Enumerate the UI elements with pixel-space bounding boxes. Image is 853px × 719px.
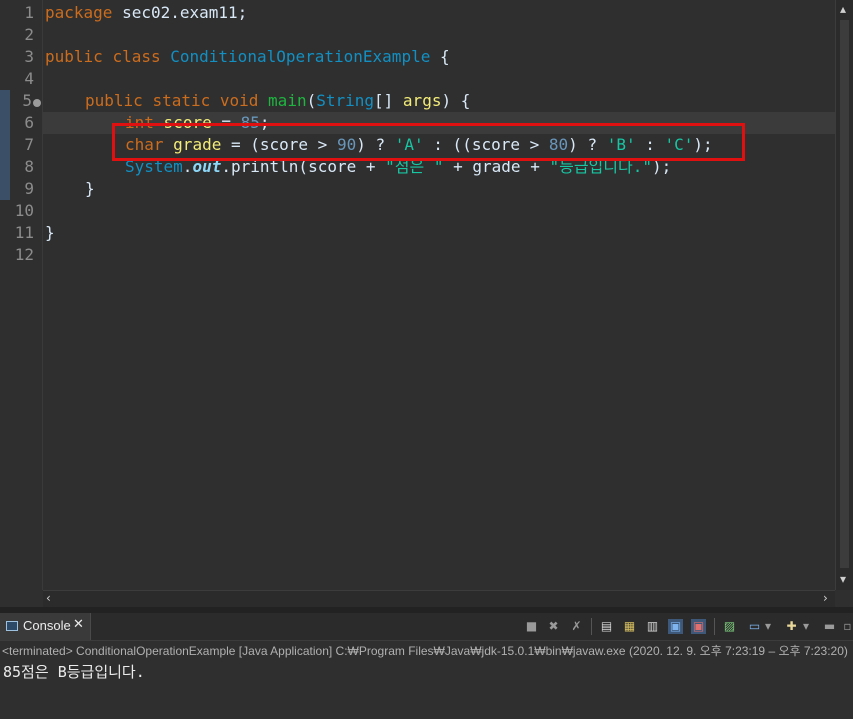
- code-text: ) {: [441, 91, 471, 110]
- scroll-right-icon[interactable]: ›: [823, 591, 828, 605]
- open-console-icon[interactable]: ✚: [784, 619, 799, 634]
- code-line-9: }: [85, 178, 95, 200]
- keyword: void: [219, 91, 259, 110]
- line-number: 5: [22, 91, 32, 110]
- display-console-icon[interactable]: ▭: [747, 619, 762, 634]
- line-number: 8: [24, 157, 34, 176]
- line-number: 12: [14, 245, 34, 264]
- close-icon[interactable]: ✕: [73, 617, 84, 632]
- keyword: public: [45, 47, 103, 66]
- scrollbar-thumb[interactable]: [840, 20, 849, 568]
- scroll-up-icon[interactable]: ▴: [840, 2, 846, 16]
- code-text: sec02.exam11;: [112, 3, 248, 22]
- red-highlight-box: [112, 123, 745, 161]
- console-output[interactable]: 85점은 B등급입니다.: [3, 661, 145, 682]
- tab-console[interactable]: Console ✕: [0, 613, 91, 640]
- line-number: 1: [24, 3, 34, 22]
- variable: args: [402, 91, 442, 110]
- code-text: {: [430, 47, 450, 66]
- code-text: (: [306, 91, 317, 110]
- horizontal-scrollbar[interactable]: ‹ ›: [43, 590, 835, 607]
- code-editor[interactable]: 1 2 3 4 5 6 7 8 9 10 11 12 package sec02…: [0, 0, 853, 607]
- code-line-5: public static void main(String[] args) {: [85, 90, 470, 112]
- terminate-icon[interactable]: ■: [524, 619, 539, 634]
- keyword: package: [45, 3, 113, 22]
- method-name: main: [268, 91, 307, 110]
- keyword: class: [112, 47, 161, 66]
- show-on-stderr-icon[interactable]: ▣: [691, 619, 706, 634]
- line-number: 6: [24, 113, 34, 132]
- scroll-corner: [835, 590, 853, 607]
- maximize-icon[interactable]: ▫: [840, 619, 853, 634]
- scroll-down-icon[interactable]: ▾: [840, 572, 846, 586]
- tab-label: Console: [23, 618, 71, 633]
- clear-console-icon[interactable]: ▤: [599, 619, 614, 634]
- console-tab-bar: Console ✕ ■ ✖ ✗ ▤ ▦ ▥ ▣ ▣ ▨ ▭ ▾ ✚ ▾ ▬ ▫: [0, 613, 853, 641]
- remove-launch-icon[interactable]: ✖: [546, 619, 561, 634]
- line-number: 10: [14, 201, 34, 220]
- line-number: 3: [24, 47, 34, 66]
- chevron-down-icon[interactable]: ▾: [802, 619, 810, 634]
- console-process-header: <terminated> ConditionalOperationExample…: [2, 644, 848, 658]
- code-text: []: [374, 91, 403, 110]
- vertical-scrollbar[interactable]: ▴ ▾: [835, 0, 853, 590]
- scroll-left-icon[interactable]: ‹: [46, 591, 51, 605]
- line-number: 9: [24, 179, 34, 198]
- fold-toggle-icon[interactable]: [33, 99, 41, 107]
- word-wrap-icon[interactable]: ▥: [645, 619, 660, 634]
- pin-console-icon[interactable]: ▨: [722, 619, 737, 634]
- show-on-stdout-icon[interactable]: ▣: [668, 619, 683, 634]
- minimize-icon[interactable]: ▬: [822, 619, 837, 634]
- line-number-gutter: 1 2 3 4 5 6 7 8 9 10 11 12: [0, 0, 43, 590]
- chevron-down-icon[interactable]: ▾: [764, 619, 772, 634]
- toolbar-separator: [714, 618, 715, 635]
- code-text: }: [85, 179, 95, 198]
- line-number: 2: [24, 25, 34, 44]
- remove-all-terminated-icon[interactable]: ✗: [569, 619, 584, 634]
- code-line-11: }: [45, 222, 55, 244]
- code-line-1: package sec02.exam11;: [45, 2, 247, 24]
- line-number: 11: [14, 223, 34, 242]
- line-number: 4: [24, 69, 34, 88]
- code-line-3: public class ConditionalOperationExample…: [45, 46, 450, 68]
- code-area[interactable]: package sec02.exam11; public class Condi…: [45, 0, 835, 590]
- class-name: ConditionalOperationExample: [170, 47, 431, 66]
- console-icon: [6, 621, 18, 631]
- console-panel: Console ✕ ■ ✖ ✗ ▤ ▦ ▥ ▣ ▣ ▨ ▭ ▾ ✚ ▾ ▬ ▫ …: [0, 613, 853, 719]
- keyword: static: [152, 91, 211, 110]
- code-text: }: [45, 223, 55, 242]
- scroll-lock-icon[interactable]: ▦: [622, 619, 637, 634]
- keyword: public: [85, 91, 143, 110]
- toolbar-separator: [591, 618, 592, 635]
- line-number: 7: [24, 135, 34, 154]
- class-name: String: [316, 91, 375, 110]
